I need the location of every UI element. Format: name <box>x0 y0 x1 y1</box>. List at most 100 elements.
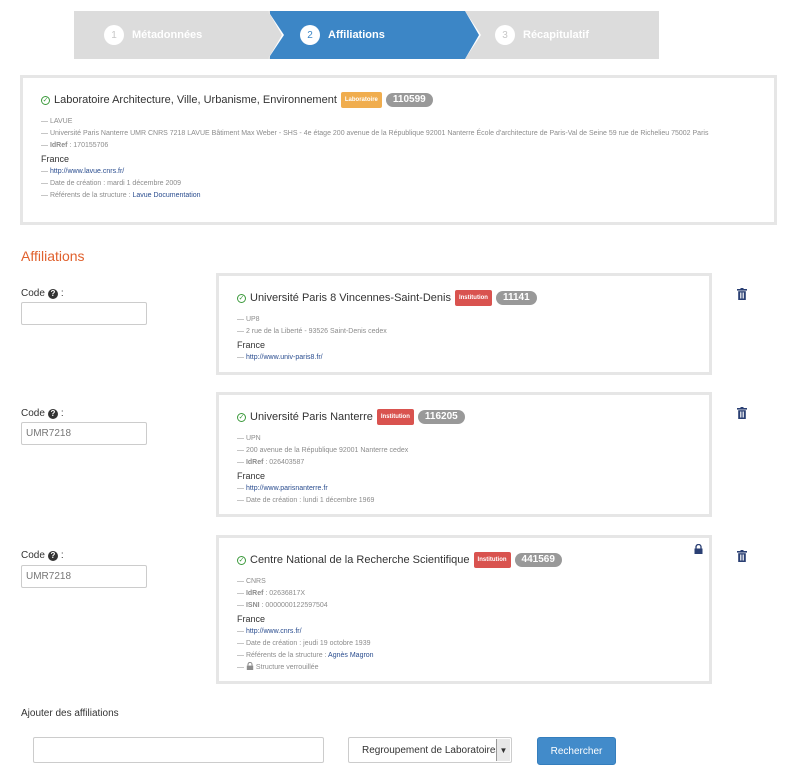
code-text: Code <box>21 288 45 299</box>
creation-date: — Date de création : jeudi 19 octobre 19… <box>237 640 371 647</box>
id-badge: 11141 <box>495 291 537 305</box>
colon: : <box>60 408 64 419</box>
referents: — Référents de la structure : Lavue Docu… <box>41 190 756 202</box>
locked-text: Structure verrouillée <box>255 664 319 671</box>
select-value: Regroupement de Laboratoires <box>362 744 501 756</box>
website-link[interactable]: http://www.parisnanterre.fr <box>246 485 328 492</box>
affiliation-name: Université Paris 8 Vincennes-Saint-Denis <box>250 292 451 304</box>
code-input[interactable] <box>21 302 147 325</box>
type-badge: Institution <box>473 552 511 568</box>
country: France <box>41 154 70 164</box>
prefix: — <box>237 459 246 466</box>
referent-link[interactable]: Lavue Documentation <box>132 192 200 199</box>
help-icon[interactable]: ? <box>47 550 58 561</box>
code-text: Code <box>21 408 45 419</box>
referents: — Référents de la structure : Agnès Magr… <box>237 650 691 662</box>
prefix: — <box>237 602 246 609</box>
address: — Université Paris Nanterre UMR CNRS 721… <box>41 130 709 137</box>
idref: — IdRef : 026403587 <box>237 457 691 469</box>
laboratory-name: Laboratoire Architecture, Ville, Urbanis… <box>54 94 337 106</box>
acronym: — UPN <box>237 435 261 442</box>
code-label: Code ? : <box>21 550 64 561</box>
type-badge: Institution <box>376 409 414 425</box>
idref-label: IdRef <box>245 459 264 466</box>
address: — 2 rue de la Liberté - 93526 Saint-Deni… <box>237 328 387 335</box>
add-affiliations-heading: Ajouter des affiliations <box>21 708 119 719</box>
affiliation-card: ✓ Université Paris 8 Vincennes-Saint-Den… <box>216 273 712 375</box>
idref: — IdRef : 02636817X <box>237 588 691 600</box>
referent-link[interactable]: Agnès Magron <box>328 652 374 659</box>
code-label: Code ? : <box>21 408 64 419</box>
idref-value: : 026403587 <box>263 459 305 466</box>
type-badge: Institution <box>454 290 492 306</box>
prefix: — <box>237 590 246 597</box>
chevron-down-icon[interactable]: ▼ <box>496 739 510 761</box>
type-badge: Laboratoire <box>340 92 382 108</box>
affiliation-name: Centre National de la Recherche Scientif… <box>250 554 470 566</box>
locked-status: — Structure verrouillée <box>237 661 319 671</box>
affiliation-card: ✓ Université Paris Nanterre Institution … <box>216 392 712 517</box>
step-separator <box>465 11 479 59</box>
website: — http://www.cnrs.fr/ <box>237 626 691 638</box>
affiliation-title: ✓ Université Paris 8 Vincennes-Saint-Den… <box>237 290 691 306</box>
website: — http://www.lavue.cnrs.fr/ <box>41 166 756 178</box>
isni: — ISNI : 0000000122597504 <box>237 600 691 612</box>
prefix: — <box>237 485 246 492</box>
trash-icon[interactable] <box>737 288 747 300</box>
code-label: Code ? : <box>21 288 64 299</box>
step-metadonnees[interactable]: 1 Métadonnées <box>74 11 270 59</box>
acronym: — CNRS <box>237 578 266 585</box>
affiliations-heading: Affiliations <box>21 248 85 264</box>
prefix: — <box>237 354 246 361</box>
acronym: — LAVUE <box>41 118 73 125</box>
laboratory-card: ✓ Laboratoire Architecture, Ville, Urban… <box>20 75 777 225</box>
step-label: Affiliations <box>328 29 385 41</box>
check-circle-icon: ✓ <box>237 555 246 565</box>
idref-value: : 170155706 <box>67 142 109 149</box>
step-recapitulatif[interactable]: 3 Récapitulatif <box>465 11 659 59</box>
affiliation-title: ✓ Université Paris Nanterre Institution … <box>237 409 691 425</box>
idref-label: IdRef <box>49 142 68 149</box>
step-number: 1 <box>104 25 124 45</box>
isni-value: : 0000000122597504 <box>259 602 328 609</box>
lock-small-icon <box>246 661 254 670</box>
country: France <box>237 614 266 624</box>
laboratory-title: ✓ Laboratoire Architecture, Ville, Urban… <box>41 92 756 108</box>
prefix: — Référents de la structure : <box>41 192 133 199</box>
help-icon[interactable]: ? <box>47 408 58 419</box>
affiliation-title: ✓ Centre National de la Recherche Scient… <box>237 552 691 568</box>
address: — 200 avenue de la République 92001 Nant… <box>237 447 409 454</box>
trash-icon[interactable] <box>737 407 747 419</box>
code-input[interactable] <box>21 422 147 445</box>
affiliation-search-input[interactable] <box>33 737 324 763</box>
country: France <box>237 471 266 481</box>
creation-date: — Date de création : lundi 1 décembre 19… <box>237 497 375 504</box>
step-affiliations[interactable]: 2 Affiliations <box>270 11 465 59</box>
code-input[interactable] <box>21 565 147 588</box>
check-circle-icon: ✓ <box>41 95 50 105</box>
id-badge: 116205 <box>417 410 465 424</box>
search-button[interactable]: Rechercher <box>537 737 616 765</box>
acronym: — UP8 <box>237 316 260 323</box>
idref: — IdRef : 170155706 <box>41 140 756 152</box>
structure-type-select[interactable]: Regroupement de Laboratoires ▼ <box>348 737 512 763</box>
website-link[interactable]: http://www.univ-paris8.fr/ <box>246 354 323 361</box>
website-link[interactable]: http://www.lavue.cnrs.fr/ <box>50 168 124 175</box>
colon: : <box>60 288 64 299</box>
lock-icon <box>694 544 703 554</box>
check-circle-icon: ✓ <box>237 412 246 422</box>
colon: : <box>60 550 64 561</box>
check-circle-icon: ✓ <box>237 293 246 303</box>
isni-label: ISNI <box>245 602 260 609</box>
help-icon[interactable]: ? <box>47 288 58 299</box>
step-label: Métadonnées <box>132 29 203 41</box>
step-number: 2 <box>300 25 320 45</box>
code-text: Code <box>21 550 45 561</box>
website: — http://www.parisnanterre.fr <box>237 483 691 495</box>
website-link[interactable]: http://www.cnrs.fr/ <box>246 628 302 635</box>
affiliation-name: Université Paris Nanterre <box>250 411 373 423</box>
trash-icon[interactable] <box>737 550 747 562</box>
prefix: — <box>237 628 246 635</box>
idref-value: : 02636817X <box>263 590 306 597</box>
affiliation-card: ✓ Centre National de la Recherche Scient… <box>216 535 712 684</box>
